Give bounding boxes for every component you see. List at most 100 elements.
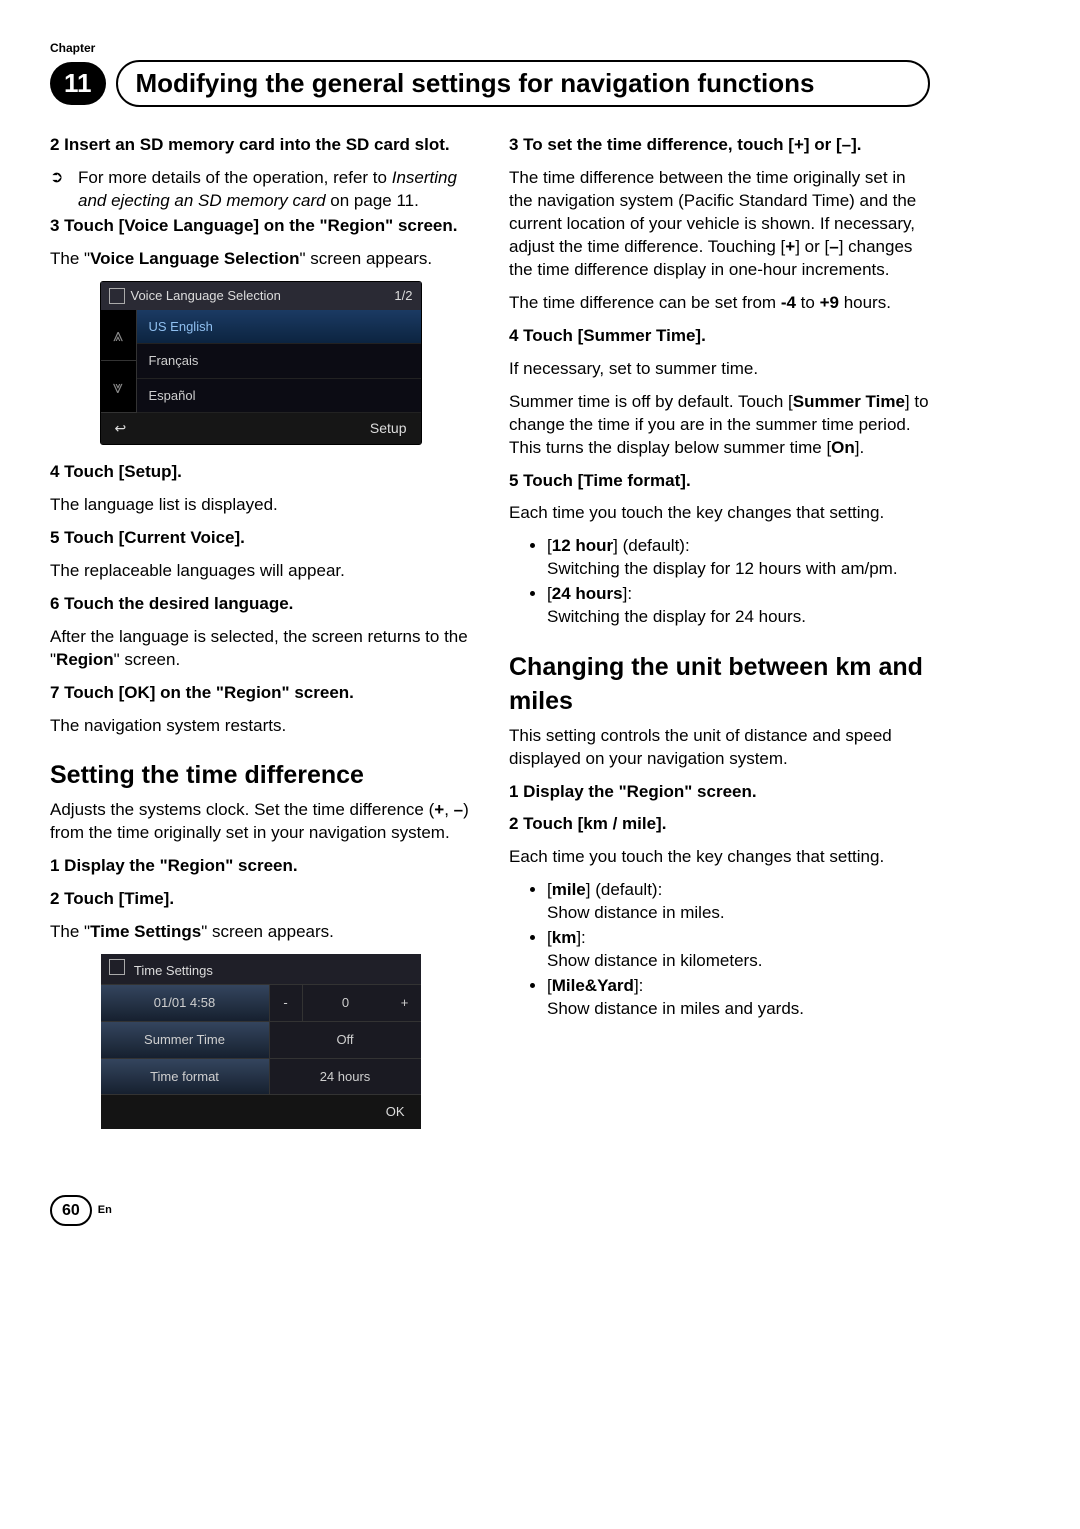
page-footer: 60 En — [50, 1195, 930, 1227]
txt: + — [434, 800, 444, 819]
vls-title: Voice Language Selection — [131, 287, 281, 305]
txt: mile — [552, 880, 586, 899]
scroll-up-icon[interactable]: ⩓ — [101, 310, 137, 362]
txt: The time difference can be set from — [509, 293, 781, 312]
r-step-4-head: 4 Touch [Summer Time]. — [509, 325, 930, 348]
r-step-5-body1: Each time you touch the key changes that… — [509, 502, 930, 525]
ts-ok-button[interactable]: OK — [101, 1094, 421, 1129]
vls-header: Voice Language Selection 1/2 — [101, 282, 421, 310]
txt: 24 hours — [552, 584, 623, 603]
ts-summer-label: Summer Time — [101, 1022, 270, 1058]
step-4-head: 4 Touch [Setup]. — [50, 461, 471, 484]
txt: Region — [56, 650, 114, 669]
r-step-5-list: [12 hour] (default): Switching the displ… — [509, 535, 930, 629]
back-icon[interactable]: ↩ — [115, 419, 127, 438]
txt: On — [831, 438, 855, 457]
txt: " screen. — [114, 650, 181, 669]
time-settings-screenshot: Time Settings 01/01 4:58 - 0 + Summer Ti… — [101, 954, 421, 1129]
txt: +9 — [820, 293, 839, 312]
r-step-5-head: 5 Touch [Time format]. — [509, 470, 930, 493]
txt: to — [796, 293, 820, 312]
list-item: [km]: Show distance in kilometers. — [547, 927, 930, 973]
time-intro: Adjusts the systems clock. Set the time … — [50, 799, 471, 845]
time-step-1-head: 1 Display the "Region" screen. — [50, 855, 471, 878]
vls-item-us-english[interactable]: US English — [137, 310, 421, 345]
vls-item-francais[interactable]: Français — [137, 344, 421, 379]
step-6-body: After the language is selected, the scre… — [50, 626, 471, 672]
txt: Voice Language Selection — [90, 249, 299, 268]
step-7-head: 7 Touch [OK] on the "Region" screen. — [50, 682, 471, 705]
ts-header: Time Settings — [101, 954, 421, 985]
unit-step-1-head: 1 Display the "Region" screen. — [509, 781, 930, 804]
step-3-body: The "Voice Language Selection" screen ap… — [50, 248, 471, 271]
txt: -4 — [781, 293, 796, 312]
txt: ] (default): — [586, 880, 663, 899]
txt: The " — [50, 249, 90, 268]
ts-minus-button[interactable]: - — [270, 985, 303, 1021]
setup-button[interactable]: Setup — [370, 419, 407, 438]
txt: Summer time is off by default. Touch [ — [509, 392, 793, 411]
txt: The " — [50, 922, 90, 941]
chapter-bar: 11 Modifying the general settings for na… — [50, 60, 930, 107]
list-item: [mile] (default): Show distance in miles… — [547, 879, 930, 925]
txt: – — [829, 237, 838, 256]
time-step-2-head: 2 Touch [Time]. — [50, 888, 471, 911]
ts-datetime: 01/01 4:58 — [101, 985, 270, 1021]
txt: + — [785, 237, 795, 256]
txt: Show distance in miles. — [547, 903, 725, 922]
unit-step-2-body: Each time you touch the key changes that… — [509, 846, 930, 869]
unit-step-2-head: 2 Touch [km / mile]. — [509, 813, 930, 836]
scroll-down-icon[interactable]: ⩔ — [101, 361, 137, 413]
txt: For more details of the operation, refer… — [78, 168, 392, 187]
unit-list: [mile] (default): Show distance in miles… — [509, 879, 930, 1021]
vls-item-espanol[interactable]: Español — [137, 379, 421, 414]
time-step-2-body: The "Time Settings" screen appears. — [50, 921, 471, 944]
right-column: 3 To set the time difference, touch [+] … — [509, 132, 930, 1144]
settings-icon — [109, 959, 125, 975]
r-step-3-body2: The time difference can be set from -4 t… — [509, 292, 930, 315]
txt: on page 11. — [326, 191, 419, 210]
step-5-head: 5 Touch [Current Voice]. — [50, 527, 471, 550]
txt: Switching the display for 12 hours with … — [547, 559, 898, 578]
heading-time-difference: Setting the time difference — [50, 759, 471, 793]
txt: ] (default): — [613, 536, 690, 555]
txt: ]: — [576, 928, 585, 947]
txt: – — [454, 800, 463, 819]
ts-format-label: Time format — [101, 1059, 270, 1095]
chapter-title: Modifying the general settings for navig… — [116, 60, 931, 107]
txt: Show distance in kilometers. — [547, 951, 762, 970]
ts-summer-value[interactable]: Off — [270, 1022, 421, 1058]
txt: hours. — [839, 293, 891, 312]
txt: Switching the display for 24 hours. — [547, 607, 806, 626]
step-4-body: The language list is displayed. — [50, 494, 471, 517]
txt: ]: — [623, 584, 632, 603]
txt: Show distance in miles and yards. — [547, 999, 804, 1018]
r-step-4-body1: If necessary, set to summer time. — [509, 358, 930, 381]
r-step-3-head: 3 To set the time difference, touch [+] … — [509, 134, 930, 157]
txt: , — [444, 800, 453, 819]
heading-unit: Changing the unit between km and miles — [509, 651, 930, 719]
ts-offset-value: 0 — [303, 985, 389, 1021]
step-6-head: 6 Touch the desired language. — [50, 593, 471, 616]
left-column: 2 Insert an SD memory card into the SD c… — [50, 132, 471, 1144]
page-number: 60 — [50, 1195, 92, 1227]
step-5-body: The replaceable languages will appear. — [50, 560, 471, 583]
step-3-head: 3 Touch [Voice Language] on the "Region"… — [50, 215, 471, 238]
step-2-pointer: For more details of the operation, refer… — [50, 167, 471, 213]
txt: 12 hour — [552, 536, 613, 555]
chapter-number: 11 — [50, 62, 106, 105]
list-item: [24 hours]: Switching the display for 24… — [547, 583, 930, 629]
txt: ]. — [855, 438, 864, 457]
vls-page: 1/2 — [394, 287, 412, 305]
list-item: [Mile&Yard]: Show distance in miles and … — [547, 975, 930, 1021]
ts-format-value[interactable]: 24 hours — [270, 1059, 421, 1095]
chapter-label: Chapter — [50, 40, 930, 56]
ts-plus-button[interactable]: + — [389, 985, 421, 1021]
ts-title: Time Settings — [134, 963, 213, 978]
list-item: [12 hour] (default): Switching the displ… — [547, 535, 930, 581]
txt: ]: — [634, 976, 643, 995]
r-step-4-body2: Summer time is off by default. Touch [Su… — [509, 391, 930, 460]
r-step-3-body1: The time difference between the time ori… — [509, 167, 930, 282]
txt: Mile&Yard — [552, 976, 634, 995]
unit-intro: This setting controls the unit of distan… — [509, 725, 930, 771]
